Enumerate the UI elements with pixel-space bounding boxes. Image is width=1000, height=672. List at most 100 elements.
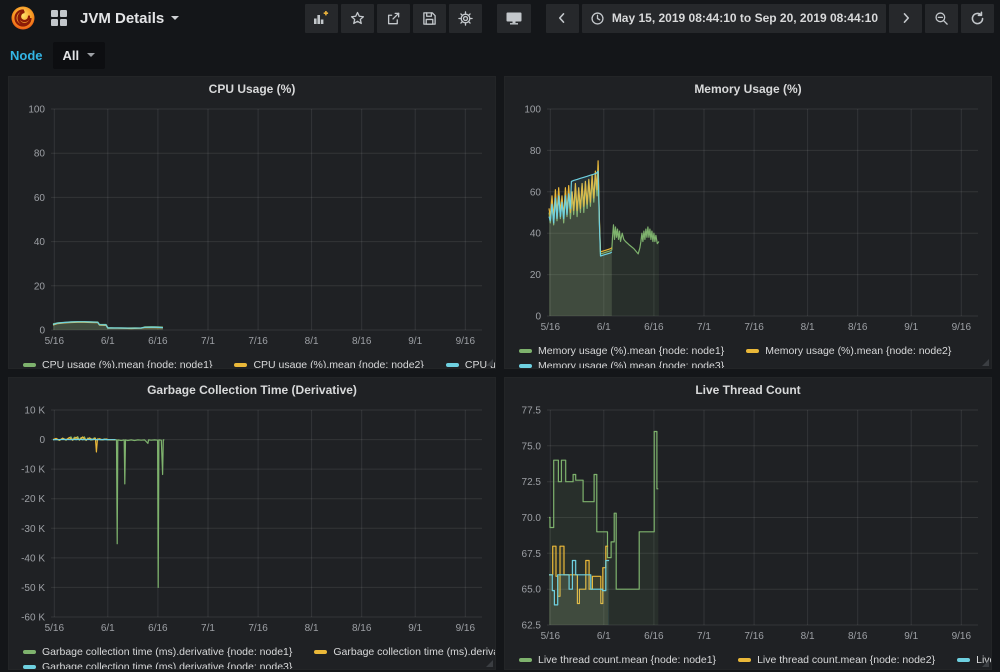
chart-area[interactable]: 1008060402005/166/16/167/17/168/18/169/1… [513,101,983,341]
add-panel-button[interactable] [305,4,338,33]
svg-text:70.0: 70.0 [522,513,542,524]
series-color-icon [519,349,532,353]
save-dashboard-button[interactable] [413,4,446,33]
panel-title[interactable]: Live Thread Count [505,378,991,402]
svg-text:40: 40 [530,229,542,240]
legend-label: Garbage collection time (ms).derivative … [333,646,496,658]
svg-text:8/1: 8/1 [305,623,319,634]
panel-garbage-collection-time: Garbage Collection Time (Derivative) 10 … [8,377,496,670]
dashboard-submenu: Node All [0,36,1000,74]
dashboard-title-dropdown[interactable]: JVM Details [80,10,179,27]
svg-text:7/1: 7/1 [201,336,215,347]
legend-label: Garbage collection time (ms).derivative … [42,646,292,658]
panel-title-text: Memory Usage (%) [694,82,801,96]
series-color-icon [446,363,459,367]
svg-text:9/1: 9/1 [408,336,422,347]
series-color-icon [957,658,970,662]
svg-text:20: 20 [34,281,46,292]
svg-text:8/16: 8/16 [848,322,868,333]
legend-item[interactable]: CPU usage (%).mean {node: node1} [23,359,212,370]
variable-label-node: Node [10,48,43,63]
panel-title[interactable]: Garbage Collection Time (Derivative) [9,378,495,402]
svg-text:6/16: 6/16 [148,336,168,347]
series-color-icon [23,665,36,669]
x-axis: 5/166/16/167/17/168/18/169/19/16 [45,410,476,634]
dashboards-grid-icon[interactable] [48,7,70,29]
svg-text:100: 100 [524,105,541,116]
settings-gear-button[interactable] [449,4,482,33]
panel-title[interactable]: CPU Usage (%) [9,77,495,101]
legend-item[interactable]: Live thread count.mean {node: node1} [519,654,716,666]
legend-label: Memory usage (%).mean {node: node1} [538,345,724,357]
chevron-down-icon [171,16,179,20]
svg-text:72.5: 72.5 [522,477,542,488]
legend-item[interactable]: Live thread count.mean {node: node2} [738,654,935,666]
chart-plot[interactable]: 77.575.072.570.067.565.062.55/166/16/167… [513,402,986,645]
zoom-out-button[interactable] [925,4,958,33]
svg-text:60: 60 [34,193,46,204]
svg-text:40: 40 [34,237,46,248]
svg-text:20: 20 [530,270,542,281]
series-color-icon [23,650,36,654]
svg-text:7/16: 7/16 [248,623,268,634]
x-axis: 5/166/16/167/17/168/18/169/19/16 [45,109,476,347]
svg-text:9/16: 9/16 [952,322,972,333]
chart-plot[interactable]: 10 K0-10 K-20 K-30 K-40 K-50 K-60 K5/166… [17,402,490,637]
svg-text:80: 80 [530,146,542,157]
legend-label: Memory usage (%).mean {node: node3} [538,360,724,370]
svg-text:6/16: 6/16 [644,631,664,642]
svg-text:-20 K: -20 K [21,494,45,505]
chart-plot[interactable]: 1008060402005/166/16/167/17/168/18/169/1… [17,101,490,350]
legend-item[interactable]: Memory usage (%).mean {node: node2} [746,345,951,357]
legend-item[interactable]: CPU usage (%).mean {node: node2} [234,359,423,370]
star-dashboard-button[interactable] [341,4,374,33]
variable-selected-value: All [63,48,80,63]
svg-text:80: 80 [34,149,46,160]
svg-text:6/1: 6/1 [597,631,611,642]
panel-cpu-usage: CPU Usage (%) 1008060402005/166/16/167/1… [8,76,496,369]
svg-text:5/16: 5/16 [541,631,561,642]
svg-text:-40 K: -40 K [21,553,45,564]
refresh-button[interactable] [961,4,994,33]
series-color-icon [519,658,532,662]
variable-value-dropdown[interactable]: All [53,42,106,69]
series-line [53,437,164,588]
time-back-button[interactable] [546,4,579,33]
panel-title[interactable]: Memory Usage (%) [505,77,991,101]
chart-area[interactable]: 1008060402005/166/16/167/17/168/18/169/1… [17,101,487,355]
legend-label: Live thread count.mean {node: node2} [757,654,935,666]
time-forward-button[interactable] [889,4,922,33]
top-navbar: JVM Details [0,0,1000,36]
svg-text:7/16: 7/16 [248,336,268,347]
svg-text:6/1: 6/1 [597,322,611,333]
svg-text:9/16: 9/16 [456,336,476,347]
svg-text:60: 60 [530,187,542,198]
chart-area[interactable]: 10 K0-10 K-20 K-30 K-40 K-50 K-60 K5/166… [17,402,487,642]
grafana-logo[interactable] [10,5,36,31]
panel-resize-handle[interactable] [486,359,493,366]
panel-resize-handle[interactable] [982,359,989,366]
legend-label: CPU usage (%).mean {node: node1} [42,359,212,370]
svg-text:5/16: 5/16 [45,336,65,347]
cycle-view-mode-button[interactable] [497,4,531,33]
chart-area[interactable]: 77.575.072.570.067.565.062.55/166/16/167… [513,402,983,650]
svg-text:0: 0 [39,435,45,446]
legend-item[interactable]: Memory usage (%).mean {node: node3} [519,360,724,370]
legend-item[interactable]: Memory usage (%).mean {node: node1} [519,345,724,357]
plus-icon [324,11,328,15]
svg-text:9/1: 9/1 [904,631,918,642]
share-dashboard-button[interactable] [377,4,410,33]
svg-text:8/1: 8/1 [801,322,815,333]
panel-resize-handle[interactable] [486,660,493,667]
svg-text:62.5: 62.5 [522,621,542,632]
svg-text:0: 0 [39,326,45,337]
legend-item[interactable]: Garbage collection time (ms).derivative … [314,646,496,658]
panel-resize-handle[interactable] [982,660,989,667]
series-color-icon [314,650,327,654]
svg-text:75.0: 75.0 [522,441,542,452]
chart-legend: Memory usage (%).mean {node: node1} Memor… [505,341,991,369]
time-range-button[interactable]: May 15, 2019 08:44:10 to Sep 20, 2019 08… [582,4,886,33]
legend-item[interactable]: Garbage collection time (ms).derivative … [23,646,292,658]
chart-plot[interactable]: 1008060402005/166/16/167/17/168/18/169/1… [513,101,986,336]
svg-text:8/16: 8/16 [352,336,372,347]
